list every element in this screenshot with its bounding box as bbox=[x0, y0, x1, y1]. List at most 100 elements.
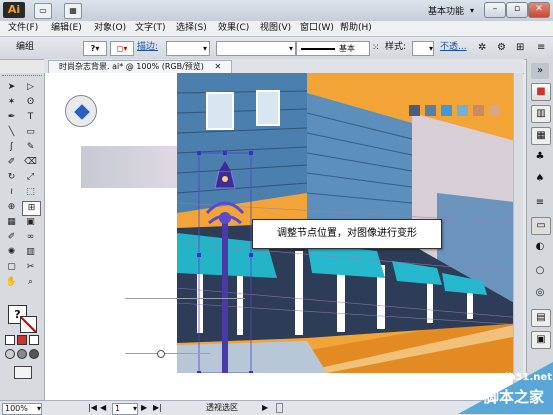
symbols-panel-icon[interactable]: ♠ bbox=[531, 171, 549, 187]
blend-icon[interactable]: ∞ bbox=[22, 231, 39, 244]
title-bar: Ai ▭ ▦ 基本功能 ▾ – ▫ ✕ bbox=[0, 0, 553, 22]
perspective-vanishing-point[interactable] bbox=[157, 350, 165, 358]
menu-select[interactable]: 选择(S) bbox=[172, 22, 211, 35]
color-guide-icon[interactable]: ▥ bbox=[531, 105, 551, 123]
stroke-weight-input[interactable]: ▾ bbox=[166, 41, 210, 56]
menu-edit[interactable]: 编辑(E) bbox=[47, 22, 86, 35]
minimize-button[interactable]: – bbox=[484, 2, 506, 18]
perspective-ground-line bbox=[125, 353, 210, 354]
eyedropper-icon[interactable]: ✐ bbox=[3, 231, 20, 244]
workspace-dropdown-icon[interactable]: ▾ bbox=[470, 6, 474, 15]
transform-icon[interactable]: ⚙ bbox=[497, 42, 506, 53]
artboards-panel-icon[interactable]: ▣ bbox=[531, 331, 551, 349]
artboard-number-field[interactable]: 1 ▾ bbox=[112, 403, 138, 415]
draw-inside-icon[interactable] bbox=[29, 349, 39, 359]
recolor-icon[interactable]: ✲ bbox=[478, 42, 486, 53]
pen-icon[interactable]: ✒ bbox=[3, 111, 20, 124]
zoom-icon[interactable]: ⌕ bbox=[22, 276, 39, 289]
column-graph-icon[interactable]: ▥ bbox=[22, 246, 39, 259]
tools-panel: ➤ ▷ ✶ ʘ ✒ T ╲ ▭ ʃ ✎ ✐ ⌫ ↻ ⤢ ≀ ⬚ ⊕ ⊞ ▦ ▣ ✐ ∞ ✺ ▥ ▢ ✂ ✋ ⌕ ? bbox=[0, 73, 45, 400]
stroke-label[interactable]: 描边: bbox=[137, 42, 158, 53]
view-cube-icon[interactable] bbox=[65, 95, 97, 127]
status-scroll-left-icon[interactable] bbox=[276, 403, 283, 413]
menu-file[interactable]: 文件(F) bbox=[4, 22, 42, 35]
workspace-switcher[interactable]: 基本功能 bbox=[428, 4, 464, 17]
menu-type[interactable]: 文字(T) bbox=[131, 22, 170, 35]
color-panel-icon[interactable]: ■ bbox=[531, 83, 551, 101]
fill-swatch[interactable]: ?▾ bbox=[83, 41, 107, 56]
brush-definition-dropdown[interactable]: 基本 bbox=[296, 41, 370, 56]
shape-builder-icon[interactable]: ⊕ bbox=[3, 201, 20, 214]
appearance-panel-icon[interactable]: ○ bbox=[531, 263, 549, 279]
symbol-sprayer-icon[interactable]: ✺ bbox=[3, 246, 20, 259]
hand-icon[interactable]: ✋ bbox=[3, 276, 20, 289]
stroke-panel-icon[interactable]: ≡ bbox=[531, 195, 549, 211]
tab-close-icon[interactable]: ✕ bbox=[214, 62, 221, 71]
window-upper-1 bbox=[206, 92, 234, 130]
maximize-button[interactable]: ▫ bbox=[506, 2, 528, 18]
last-artboard-icon[interactable]: ▶| bbox=[153, 403, 162, 413]
next-artboard-icon[interactable]: ▶ bbox=[141, 403, 147, 413]
swatch-6 bbox=[489, 105, 500, 116]
line-icon[interactable]: ╲ bbox=[3, 126, 20, 139]
graphic-style-dropdown[interactable]: ▾ bbox=[412, 41, 434, 56]
type-icon[interactable]: T bbox=[22, 111, 39, 124]
variable-width-dropdown[interactable]: ▾ bbox=[216, 41, 296, 56]
width-icon[interactable]: ≀ bbox=[3, 186, 20, 199]
collapse-panels-icon[interactable]: » bbox=[531, 63, 549, 79]
swatches-panel-icon[interactable]: ▦ bbox=[531, 127, 551, 145]
rotate-icon[interactable]: ↻ bbox=[3, 171, 20, 184]
layers-panel-icon[interactable]: ▤ bbox=[531, 309, 551, 327]
menu-view[interactable]: 视图(V) bbox=[256, 22, 295, 35]
graphic-styles-panel-icon[interactable]: ◎ bbox=[531, 285, 549, 301]
status-menu-icon[interactable]: ▶ bbox=[262, 403, 268, 413]
scale-icon[interactable]: ⤢ bbox=[22, 171, 39, 184]
stroke-swatch[interactable]: ◻▾ bbox=[110, 41, 134, 56]
previous-artboard-icon[interactable]: ◀ bbox=[100, 403, 106, 413]
artboard-icon[interactable]: ▢ bbox=[3, 261, 20, 274]
first-artboard-icon[interactable]: |◀ bbox=[88, 403, 97, 413]
menu-object[interactable]: 对象(O) bbox=[90, 22, 130, 35]
tools-grip[interactable] bbox=[2, 75, 42, 79]
brushes-panel-icon[interactable]: ♣ bbox=[531, 149, 549, 165]
close-button[interactable]: ✕ bbox=[528, 2, 550, 18]
opacity-label[interactable]: 不透... bbox=[440, 42, 467, 53]
pencil-icon[interactable]: ✎ bbox=[22, 141, 39, 154]
document-tab[interactable]: 时尚杂志背景. ai* @ 100% (RGB/预览) ✕ bbox=[48, 60, 233, 73]
gradient-icon[interactable]: ▣ bbox=[22, 216, 39, 229]
blob-brush-icon[interactable]: ✐ bbox=[3, 156, 20, 169]
gradient-mode-icon[interactable] bbox=[17, 335, 27, 345]
draw-normal-icon[interactable] bbox=[5, 349, 15, 359]
free-transform-icon[interactable]: ⬚ bbox=[22, 186, 39, 199]
paintbrush-icon[interactable]: ʃ bbox=[3, 141, 20, 154]
direct-selection-icon[interactable]: ▷ bbox=[22, 81, 39, 94]
vertical-scrollbar[interactable] bbox=[513, 73, 523, 400]
perspective-plane-left bbox=[81, 146, 181, 188]
gradient-panel-icon[interactable]: ▭ bbox=[531, 217, 551, 235]
menu-window[interactable]: 窗口(W) bbox=[296, 22, 338, 35]
slice-icon[interactable]: ✂ bbox=[22, 261, 39, 274]
none-mode-icon[interactable] bbox=[29, 335, 39, 345]
magic-wand-icon[interactable]: ✶ bbox=[3, 96, 20, 109]
menu-help[interactable]: 帮助(H) bbox=[336, 22, 376, 35]
control-menu-icon[interactable]: ≡ bbox=[537, 42, 545, 53]
color-mode-icon[interactable] bbox=[5, 335, 15, 345]
bridge-icon[interactable]: ▭ bbox=[34, 3, 52, 19]
window-upper-2 bbox=[256, 90, 280, 126]
lasso-icon[interactable]: ʘ bbox=[22, 96, 39, 109]
perspective-grid-icon[interactable]: ⊞ bbox=[22, 201, 41, 216]
swatch-3 bbox=[441, 105, 452, 116]
zoom-field[interactable]: 100% ▾ bbox=[2, 403, 42, 415]
screen-mode-icon[interactable] bbox=[14, 366, 32, 379]
transparency-panel-icon[interactable]: ◐ bbox=[531, 239, 549, 255]
mesh-icon[interactable]: ▦ bbox=[3, 216, 20, 229]
selection-icon[interactable]: ➤ bbox=[3, 81, 20, 94]
menu-effect[interactable]: 效果(C) bbox=[214, 22, 253, 35]
arrange-documents-icon[interactable]: ▦ bbox=[64, 3, 82, 19]
stroke-color-icon[interactable] bbox=[20, 316, 37, 333]
isolate-icon[interactable]: ⊞ bbox=[516, 42, 524, 53]
rectangle-icon[interactable]: ▭ bbox=[22, 126, 39, 139]
eraser-icon[interactable]: ⌫ bbox=[22, 156, 39, 169]
brush-panel-icon[interactable]: ⁙ bbox=[372, 43, 380, 53]
draw-behind-icon[interactable] bbox=[17, 349, 27, 359]
